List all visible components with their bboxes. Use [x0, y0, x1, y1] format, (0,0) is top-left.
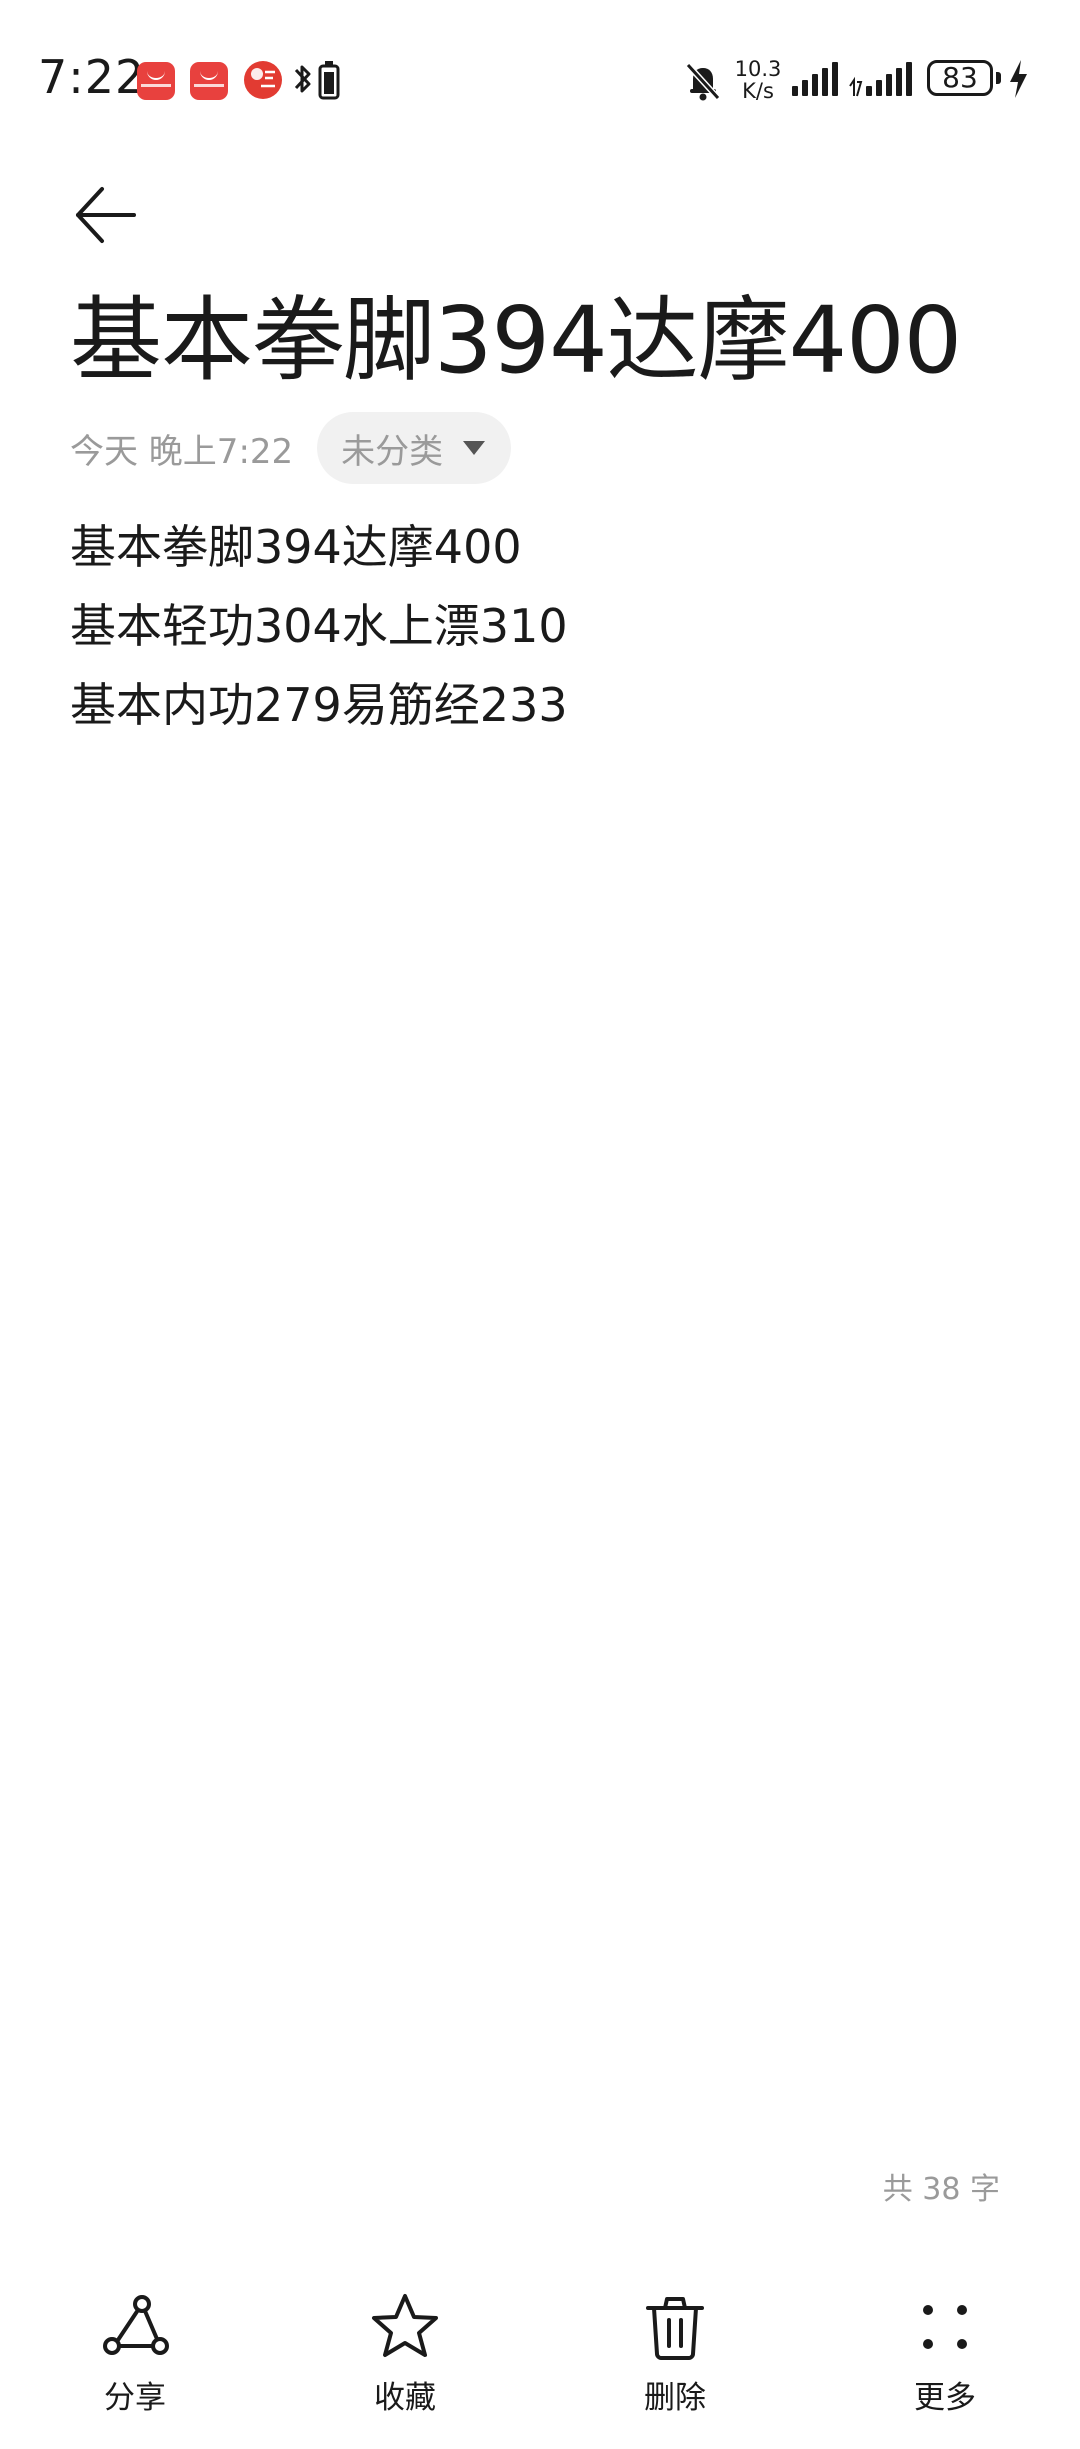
share-label: 分享 — [104, 2380, 166, 2416]
bottom-toolbar: 分享 收藏 删除 更多 — [0, 2270, 1080, 2449]
app-notification-icon — [244, 61, 282, 99]
battery-tip — [996, 72, 1001, 84]
bell-muted-icon — [685, 62, 721, 101]
delete-label: 删除 — [644, 2380, 706, 2416]
note-line[interactable]: 基本轻功304水上漂310 — [70, 587, 1010, 666]
note-line[interactable]: 基本拳脚394达摩400 — [70, 508, 1010, 587]
share-icon — [103, 2295, 169, 2355]
huawei-app-icon — [190, 62, 228, 100]
network-speed: 10.3 K/s — [734, 57, 782, 103]
huawei-app-icon — [137, 62, 175, 100]
charging-bolt-icon — [1010, 60, 1027, 98]
signal-strength-sim2-icon — [849, 62, 912, 97]
back-button[interactable] — [70, 180, 140, 250]
note-line[interactable]: 基本内功279易筋经233 — [70, 666, 1010, 745]
share-button[interactable]: 分享 — [0, 2270, 270, 2449]
category-label: 未分类 — [341, 431, 444, 472]
note-body[interactable]: 基本拳脚394达摩400 基本轻功304水上漂310 基本内功279易筋经233 — [70, 508, 1010, 745]
caret-down-icon — [463, 441, 486, 455]
more-button[interactable]: 更多 — [810, 2270, 1080, 2449]
note-detail-screen: 7:22 10.3 K/s 83 基本拳脚394达摩400 今天 晚上7:22 … — [0, 0, 1080, 2449]
status-bar: 7:22 10.3 K/s 83 — [0, 0, 1080, 160]
category-selector[interactable]: 未分类 — [317, 412, 512, 484]
favorite-label: 收藏 — [374, 2380, 436, 2416]
device-battery-icon — [318, 61, 340, 100]
bluetooth-icon — [294, 65, 311, 93]
battery-indicator: 83 — [927, 60, 993, 96]
note-date: 今天 晚上7:22 — [70, 431, 294, 472]
note-meta: 今天 晚上7:22 未分类 — [70, 412, 512, 484]
favorite-button[interactable]: 收藏 — [270, 2270, 540, 2449]
signal-strength-icon — [792, 62, 838, 96]
delete-button[interactable]: 删除 — [540, 2270, 810, 2449]
note-title[interactable]: 基本拳脚394达摩400 — [70, 285, 1030, 397]
arrow-left-icon — [76, 187, 136, 243]
star-icon — [372, 2294, 438, 2357]
trash-icon — [646, 2297, 704, 2360]
word-count: 共 38 字 — [882, 2172, 1000, 2207]
more-dots-icon — [923, 2305, 967, 2349]
status-time: 7:22 — [38, 50, 146, 104]
more-label: 更多 — [914, 2380, 976, 2416]
